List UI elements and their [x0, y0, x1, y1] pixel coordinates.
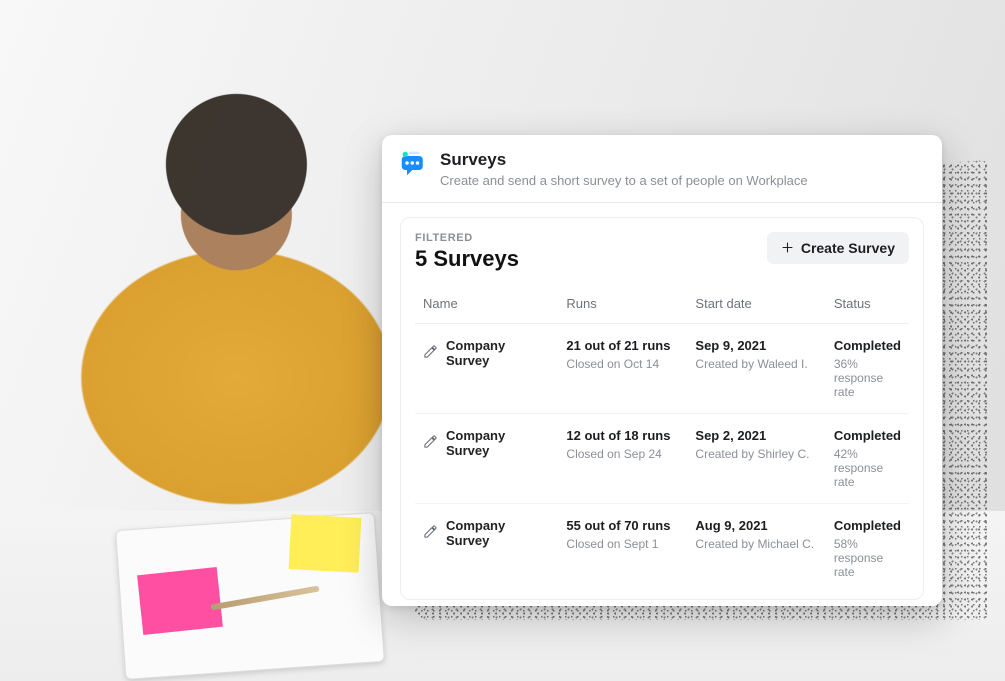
surveys-panel: FILTERED 5 Surveys Create Survey Name	[400, 217, 924, 600]
card-subtitle: Create and send a short survey to a set …	[440, 172, 808, 190]
row-runs-secondary: Closed on Sep 24	[566, 447, 679, 461]
card-header: Surveys Create and send a short survey t…	[382, 135, 942, 203]
pencil-icon	[423, 344, 438, 362]
pencil-icon	[423, 524, 438, 542]
row-start-secondary: Created by Shirley C.	[695, 447, 817, 461]
row-name-cell: Company Survey	[423, 338, 550, 368]
panel-header-left: FILTERED 5 Surveys	[415, 232, 519, 272]
survey-chat-icon	[400, 149, 428, 177]
pencil-icon	[423, 434, 438, 452]
row-name: Company Survey	[446, 428, 550, 458]
row-runs-primary: 55 out of 70 runs	[566, 518, 679, 533]
surveys-table: Name Runs Start date Status	[415, 286, 909, 593]
row-runs-secondary: Closed on Oct 14	[566, 357, 679, 371]
table-row[interactable]: Company Survey 55 out of 70 runs Closed …	[415, 503, 909, 593]
row-status-primary: Completed	[834, 338, 901, 353]
row-runs-primary: 21 out of 21 runs	[566, 338, 679, 353]
create-survey-button[interactable]: Create Survey	[767, 232, 909, 264]
background-sticky-yellow	[289, 514, 362, 573]
row-runs-primary: 12 out of 18 runs	[566, 428, 679, 443]
row-status-secondary: 58% response rate	[834, 537, 901, 579]
card-body: FILTERED 5 Surveys Create Survey Name	[382, 203, 942, 606]
row-status-primary: Completed	[834, 428, 901, 443]
row-start-primary: Sep 2, 2021	[695, 428, 817, 443]
row-start-secondary: Created by Michael C.	[695, 537, 817, 551]
table-row[interactable]: Company Survey 21 out of 21 runs Closed …	[415, 323, 909, 413]
col-name[interactable]: Name	[415, 286, 558, 324]
row-name-cell: Company Survey	[423, 518, 550, 548]
plus-icon	[781, 241, 794, 254]
row-runs-secondary: Closed on Sept 1	[566, 537, 679, 551]
card-header-text: Surveys Create and send a short survey t…	[440, 149, 808, 190]
row-start-primary: Aug 9, 2021	[695, 518, 817, 533]
filtered-label: FILTERED	[415, 232, 519, 244]
table-row[interactable]: Company Survey 12 out of 18 runs Closed …	[415, 413, 909, 503]
panel-header-row: FILTERED 5 Surveys Create Survey	[415, 232, 909, 272]
row-start-secondary: Created by Waleed I.	[695, 357, 817, 371]
col-status[interactable]: Status	[826, 286, 909, 324]
row-name: Company Survey	[446, 518, 550, 548]
col-start-date[interactable]: Start date	[687, 286, 825, 324]
survey-count-title: 5 Surveys	[415, 246, 519, 272]
row-name-cell: Company Survey	[423, 428, 550, 458]
row-status-secondary: 42% response rate	[834, 447, 901, 489]
background-sticky-pink	[137, 567, 223, 635]
row-status-primary: Completed	[834, 518, 901, 533]
row-name: Company Survey	[446, 338, 550, 368]
table-header-row: Name Runs Start date Status	[415, 286, 909, 324]
col-runs[interactable]: Runs	[558, 286, 687, 324]
row-status-secondary: 36% response rate	[834, 357, 901, 399]
card-title: Surveys	[440, 149, 808, 170]
create-survey-label: Create Survey	[801, 240, 895, 256]
surveys-card: Surveys Create and send a short survey t…	[382, 135, 942, 606]
row-start-primary: Sep 9, 2021	[695, 338, 817, 353]
stage: Surveys Create and send a short survey t…	[0, 0, 1005, 681]
